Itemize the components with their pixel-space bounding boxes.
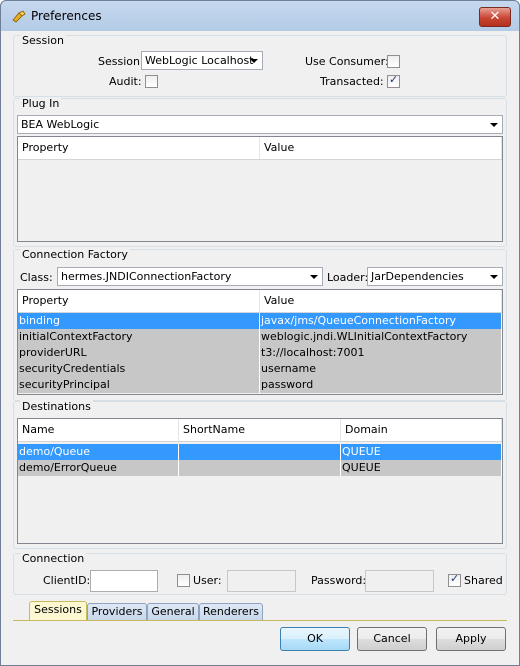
app-icon — [12, 10, 26, 23]
dialog-body: Session Session: WebLogic Localhost Use … — [9, 31, 511, 657]
connection-factory-group-title: Connection Factory — [20, 248, 130, 261]
tab-sessions-label: Sessions — [34, 603, 82, 616]
table-row[interactable]: demo/Queue QUEUE — [18, 444, 502, 460]
connection-group: Connection ClientID: User: Password: ✓ S… — [13, 552, 507, 595]
connection-factory-table[interactable]: Property Value binding javax/jms/QueueCo… — [17, 289, 503, 395]
table-row[interactable]: demo/ErrorQueue QUEUE — [18, 460, 502, 476]
chevron-down-icon — [250, 59, 258, 63]
use-consumer-checkbox[interactable] — [387, 55, 400, 68]
loader-combo[interactable]: JarDependencies — [367, 267, 503, 286]
apply-button[interactable]: Apply — [436, 627, 506, 651]
tab-sessions[interactable]: Sessions — [29, 601, 87, 620]
tab-renderers-label: Renderers — [203, 605, 259, 618]
value-cell[interactable]: t3://localhost:7001 — [260, 345, 502, 361]
destinations-table[interactable]: Name ShortName Domain demo/Queue QUEUE d… — [17, 418, 503, 544]
loader-combo-value: JarDependencies — [371, 270, 464, 283]
cancel-button[interactable]: Cancel — [357, 627, 427, 651]
property-cell[interactable]: providerURL — [18, 345, 260, 361]
shared-label: Shared — [464, 574, 503, 587]
tab-providers-label: Providers — [91, 605, 143, 618]
chevron-down-icon — [490, 123, 498, 127]
plugin-group: Plug In BEA WebLogic Property Value — [13, 97, 507, 247]
column-header-domain[interactable]: Domain — [341, 419, 502, 441]
column-header-value[interactable]: Value — [260, 290, 502, 312]
tab-renderers[interactable]: Renderers — [199, 603, 263, 620]
transacted-label: Transacted: — [320, 75, 384, 88]
property-cell[interactable]: initialContextFactory — [18, 329, 260, 345]
column-header-shortname[interactable]: ShortName — [179, 419, 341, 441]
destinations-group-title: Destinations — [20, 400, 93, 413]
name-cell[interactable]: demo/ErrorQueue — [18, 460, 179, 476]
transacted-checkbox[interactable]: ✓ — [387, 73, 400, 88]
user-label: User: — [193, 574, 222, 587]
tab-providers[interactable]: Providers — [87, 603, 147, 620]
property-cell[interactable]: securityCredentials — [18, 361, 260, 377]
domain-cell[interactable]: QUEUE — [341, 444, 502, 460]
checkmark-icon: ✓ — [389, 73, 399, 86]
checkmark-icon: ✓ — [450, 572, 460, 585]
column-header-name[interactable]: Name — [18, 419, 179, 441]
class-combo-value: hermes.JNDIConnectionFactory — [61, 270, 232, 283]
column-header-value[interactable]: Value — [260, 137, 502, 159]
tab-general-label: General — [151, 605, 195, 618]
session-combo[interactable]: WebLogic Localhost — [141, 51, 263, 70]
value-cell[interactable]: javax/jms/QueueConnectionFactory — [260, 313, 502, 329]
class-combo[interactable]: hermes.JNDIConnectionFactory — [57, 267, 323, 286]
destinations-table-header: Name ShortName Domain — [18, 419, 502, 442]
chevron-down-icon — [490, 275, 498, 279]
value-cell[interactable]: password — [260, 377, 502, 393]
window-title: Preferences — [31, 9, 102, 23]
preferences-window: Preferences ✕ Session Session: WebLogic … — [0, 0, 520, 666]
use-consumer-label: Use Consumer: — [305, 55, 389, 68]
connection-factory-group: Connection Factory Class: hermes.JNDICon… — [13, 248, 507, 401]
connection-factory-table-header: Property Value — [18, 290, 502, 313]
chevron-down-icon — [310, 275, 318, 279]
loader-label: Loader: — [327, 271, 369, 284]
table-row[interactable]: binding javax/jms/QueueConnectionFactory — [18, 313, 502, 329]
ok-button[interactable]: OK — [280, 627, 350, 651]
shortname-cell[interactable] — [179, 444, 341, 460]
client-id-input[interactable] — [90, 570, 158, 592]
shared-checkbox[interactable]: ✓ — [448, 572, 461, 587]
close-button[interactable]: ✕ — [479, 7, 511, 27]
destinations-group: Destinations Name ShortName Domain demo/… — [13, 400, 507, 549]
password-label: Password: — [311, 574, 367, 587]
title-bar[interactable]: Preferences ✕ — [1, 1, 519, 31]
plugin-table-header: Property Value — [18, 137, 502, 160]
property-cell[interactable]: binding — [18, 313, 260, 329]
tab-divider — [13, 620, 507, 621]
table-row[interactable]: initialContextFactory weblogic.jndi.WLIn… — [18, 329, 502, 345]
audit-label: Audit: — [109, 75, 142, 88]
domain-cell[interactable]: QUEUE — [341, 460, 502, 476]
session-group: Session Session: WebLogic Localhost Use … — [13, 34, 507, 97]
session-label: Session: — [98, 55, 144, 68]
value-cell[interactable]: weblogic.jndi.WLInitialContextFactory — [260, 329, 502, 345]
plugin-combo[interactable]: BEA WebLogic — [17, 115, 503, 134]
user-input[interactable] — [227, 570, 296, 592]
plugin-properties-table[interactable]: Property Value — [17, 136, 503, 242]
plugin-group-title: Plug In — [20, 97, 62, 110]
table-row[interactable]: securityPrincipal password — [18, 377, 502, 393]
tab-general[interactable]: General — [147, 603, 199, 620]
name-cell[interactable]: demo/Queue — [18, 444, 179, 460]
column-header-property[interactable]: Property — [18, 137, 260, 159]
connection-group-title: Connection — [20, 552, 87, 565]
column-header-property[interactable]: Property — [18, 290, 260, 312]
session-group-title: Session — [20, 34, 66, 47]
class-label: Class: — [20, 271, 53, 284]
close-icon: ✕ — [489, 9, 501, 24]
client-id-label: ClientID: — [43, 574, 91, 587]
value-cell[interactable]: username — [260, 361, 502, 377]
audit-checkbox[interactable] — [145, 75, 158, 88]
table-row[interactable]: providerURL t3://localhost:7001 — [18, 345, 502, 361]
password-input[interactable] — [365, 570, 434, 592]
property-cell[interactable]: securityPrincipal — [18, 377, 260, 393]
shortname-cell[interactable] — [179, 460, 341, 476]
table-row[interactable]: securityCredentials username — [18, 361, 502, 377]
user-checkbox[interactable] — [177, 574, 190, 587]
session-combo-value: WebLogic Localhost — [145, 54, 254, 67]
plugin-combo-value: BEA WebLogic — [21, 118, 100, 131]
